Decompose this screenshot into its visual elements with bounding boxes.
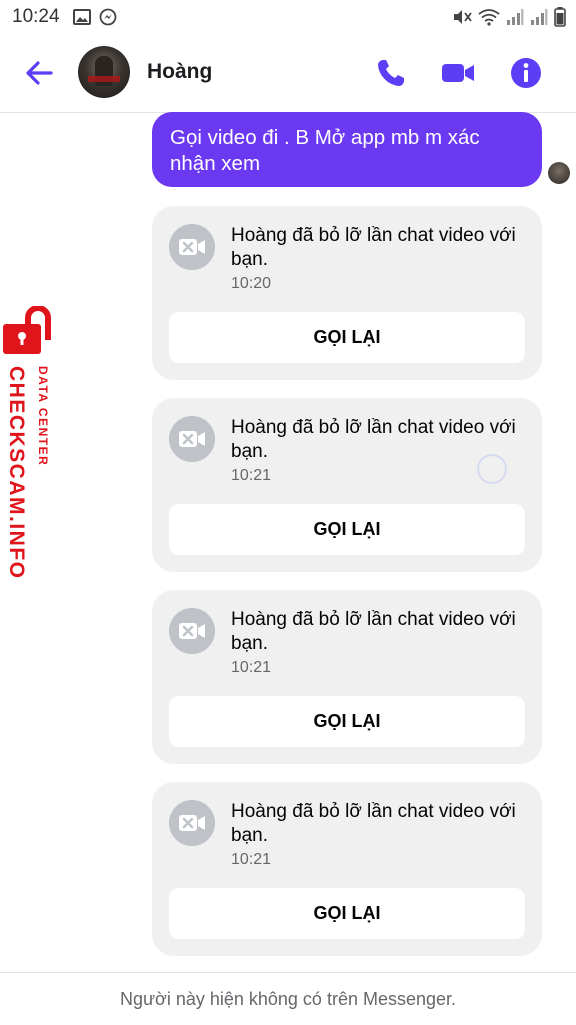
missed-call-text: Hoàng đã bỏ lỡ lần chat video với bạn.	[231, 801, 516, 846]
mute-icon	[454, 10, 472, 24]
image-icon	[73, 9, 91, 25]
missed-call-time: 10:20	[231, 275, 272, 292]
status-bar: 10:24	[0, 0, 576, 34]
call-back-button[interactable]: GỌI LẠI	[169, 888, 525, 939]
watermark-line2: CHECKSCAM.INFO	[5, 366, 28, 580]
missed-call-time: 10:21	[231, 659, 272, 676]
unavailable-notice: Người này hiện không có trên Messenger.	[0, 972, 576, 1025]
video-icon[interactable]	[441, 56, 475, 90]
signal-icon-2	[531, 9, 548, 25]
watermark-line1: DATA CENTER	[36, 366, 50, 466]
back-arrow-icon[interactable]	[22, 56, 56, 90]
battery-icon	[554, 7, 566, 27]
signal-icon	[507, 9, 524, 25]
contact-avatar[interactable]	[78, 46, 130, 98]
phone-icon[interactable]	[374, 56, 408, 90]
loading-spinner	[477, 454, 507, 484]
missed-call-text: Hoàng đã bỏ lỡ lần chat video với bạn.	[231, 609, 516, 654]
conversation-header: Hoàng	[0, 34, 576, 113]
sent-message-bubble[interactable]: Gọi video đi . B Mở app mb m xác nhận xe…	[152, 112, 542, 187]
call-back-button[interactable]: GỌI LẠI	[169, 312, 525, 363]
missed-call-time: 10:21	[231, 467, 272, 484]
messenger-icon	[99, 8, 117, 26]
missed-video-call-icon	[169, 224, 215, 270]
wifi-icon	[478, 9, 500, 26]
missed-call-time: 10:21	[231, 851, 272, 868]
status-time: 10:24	[12, 6, 60, 27]
missed-video-call-icon	[169, 608, 215, 654]
missed-video-call-icon	[169, 800, 215, 846]
read-receipt-avatar	[548, 162, 570, 184]
missed-call-card: Hoàng đã bỏ lỡ lần chat video với bạn. 1…	[152, 590, 542, 764]
missed-video-call-icon	[169, 416, 215, 462]
info-icon[interactable]	[509, 56, 543, 90]
call-back-button[interactable]: GỌI LẠI	[169, 504, 525, 555]
missed-call-card: Hoàng đã bỏ lỡ lần chat video với bạn. 1…	[152, 398, 542, 572]
missed-call-card: Hoàng đã bỏ lỡ lần chat video với bạn. 1…	[152, 782, 542, 956]
contact-name[interactable]: Hoàng	[147, 60, 212, 84]
missed-call-card: Hoàng đã bỏ lỡ lần chat video với bạn. 1…	[152, 206, 542, 380]
missed-call-text: Hoàng đã bỏ lỡ lần chat video với bạn.	[231, 225, 516, 270]
checkscam-watermark: DATA CENTER CHECKSCAM.INFO	[3, 306, 51, 580]
call-back-button[interactable]: GỌI LẠI	[169, 696, 525, 747]
